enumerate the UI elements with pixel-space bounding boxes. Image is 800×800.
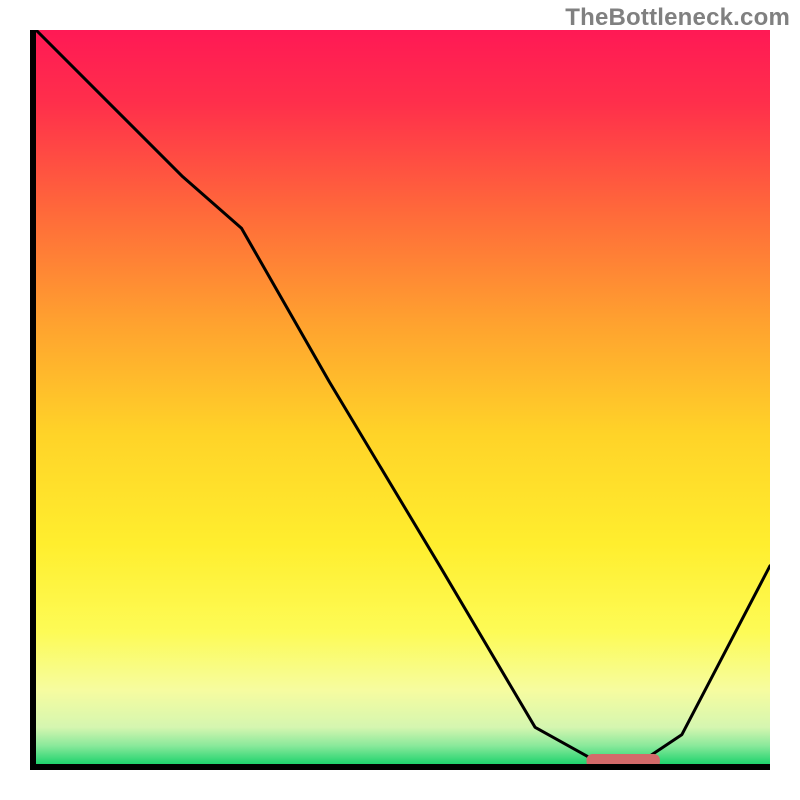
plot-svg — [30, 30, 770, 770]
plot-area — [30, 30, 770, 770]
watermark-text: TheBottleneck.com — [565, 4, 790, 32]
chart-container: TheBottleneck.com — [0, 0, 800, 800]
